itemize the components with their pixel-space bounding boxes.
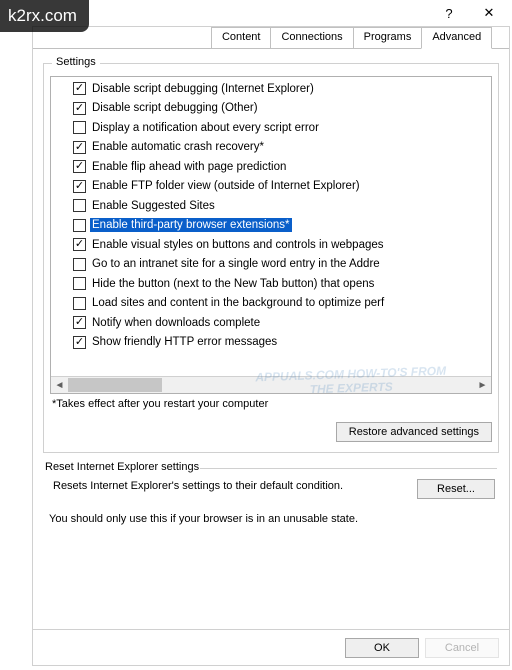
checkbox[interactable] — [73, 219, 86, 232]
scroll-track[interactable] — [68, 377, 474, 393]
reset-legend: Reset Internet Explorer settings — [45, 461, 497, 473]
settings-item-label: Disable script debugging (Internet Explo… — [90, 82, 316, 96]
settings-item-label: Notify when downloads complete — [90, 316, 262, 330]
tab-advanced[interactable]: Advanced — [421, 27, 492, 49]
settings-item-label: Enable third-party browser extensions* — [90, 218, 292, 232]
checkbox[interactable] — [73, 180, 86, 193]
tab-programs[interactable]: Programs — [353, 27, 423, 48]
scroll-left-button[interactable]: ◄ — [51, 377, 68, 393]
checkbox[interactable] — [73, 102, 86, 115]
settings-item-label: Display a notification about every scrip… — [90, 121, 321, 135]
checkbox[interactable] — [73, 82, 86, 95]
reset-section: Reset Internet Explorer settings Resets … — [43, 461, 499, 525]
scroll-thumb[interactable] — [68, 378, 162, 392]
dialog-footer: OK Cancel — [33, 629, 509, 665]
settings-item[interactable]: Show friendly HTTP error messages — [73, 333, 491, 353]
settings-item-label: Enable FTP folder view (outside of Inter… — [90, 179, 362, 193]
settings-item[interactable]: Enable third-party browser extensions* — [73, 216, 491, 236]
settings-item-label: Enable visual styles on buttons and cont… — [90, 238, 386, 252]
settings-item[interactable]: Notify when downloads complete — [73, 313, 491, 333]
checkbox[interactable] — [73, 277, 86, 290]
settings-item-label: Go to an intranet site for a single word… — [90, 257, 382, 271]
reset-note: You should only use this if your browser… — [49, 513, 495, 525]
site-watermark: k2rx.com — [0, 0, 89, 32]
settings-legend: Settings — [52, 56, 100, 68]
checkbox[interactable] — [73, 297, 86, 310]
settings-item[interactable]: Go to an intranet site for a single word… — [73, 255, 491, 275]
settings-item[interactable]: Enable FTP folder view (outside of Inter… — [73, 177, 491, 197]
horizontal-scrollbar[interactable]: ◄ ► — [51, 376, 491, 393]
reset-button[interactable]: Reset... — [417, 479, 495, 499]
reset-description: Resets Internet Explorer's settings to t… — [53, 479, 405, 493]
settings-item-label: Disable script debugging (Other) — [90, 101, 260, 115]
titlebar-controls: ? ✕ — [430, 2, 508, 24]
settings-item[interactable]: Display a notification about every scrip… — [73, 118, 491, 138]
settings-item[interactable]: Disable script debugging (Other) — [73, 99, 491, 119]
settings-item[interactable]: Enable visual styles on buttons and cont… — [73, 235, 491, 255]
settings-listbox[interactable]: APPUALS.COM HOW-TO'S FROM THE EXPERTS Di… — [50, 76, 492, 394]
settings-item[interactable]: Enable flip ahead with page prediction — [73, 157, 491, 177]
advanced-panel: Settings APPUALS.COM HOW-TO'S FROM THE E… — [33, 49, 509, 531]
settings-item-label: Load sites and content in the background… — [90, 296, 386, 310]
tab-strip: General Security Privacy Content Connect… — [33, 27, 509, 49]
help-button[interactable]: ? — [430, 2, 468, 24]
settings-item-label: Enable automatic crash recovery* — [90, 140, 266, 154]
settings-item-label: Enable flip ahead with page prediction — [90, 160, 288, 174]
checkbox[interactable] — [73, 238, 86, 251]
checkbox[interactable] — [73, 160, 86, 173]
settings-item-label: Hide the button (next to the New Tab but… — [90, 277, 376, 291]
cancel-button[interactable]: Cancel — [425, 638, 499, 658]
tab-connections[interactable]: Connections — [270, 27, 353, 48]
restart-footnote: *Takes effect after you restart your com… — [52, 398, 490, 410]
checkbox[interactable] — [73, 121, 86, 134]
settings-item[interactable]: Hide the button (next to the New Tab but… — [73, 274, 491, 294]
internet-options-dialog: General Security Privacy Content Connect… — [32, 26, 510, 666]
settings-item-label: Enable Suggested Sites — [90, 199, 217, 213]
settings-item[interactable]: Enable Suggested Sites — [73, 196, 491, 216]
checkbox[interactable] — [73, 336, 86, 349]
checkbox[interactable] — [73, 199, 86, 212]
settings-item-label: Show friendly HTTP error messages — [90, 335, 279, 349]
settings-group: Settings APPUALS.COM HOW-TO'S FROM THE E… — [43, 63, 499, 453]
restore-advanced-button[interactable]: Restore advanced settings — [336, 422, 492, 442]
checkbox[interactable] — [73, 141, 86, 154]
checkbox[interactable] — [73, 316, 86, 329]
settings-item[interactable]: Load sites and content in the background… — [73, 294, 491, 314]
ok-button[interactable]: OK — [345, 638, 419, 658]
settings-item[interactable]: Enable automatic crash recovery* — [73, 138, 491, 158]
tab-content[interactable]: Content — [211, 27, 272, 48]
checkbox[interactable] — [73, 258, 86, 271]
scroll-right-button[interactable]: ► — [474, 377, 491, 393]
settings-item[interactable]: Disable script debugging (Internet Explo… — [73, 79, 491, 99]
close-button[interactable]: ✕ — [470, 2, 508, 24]
